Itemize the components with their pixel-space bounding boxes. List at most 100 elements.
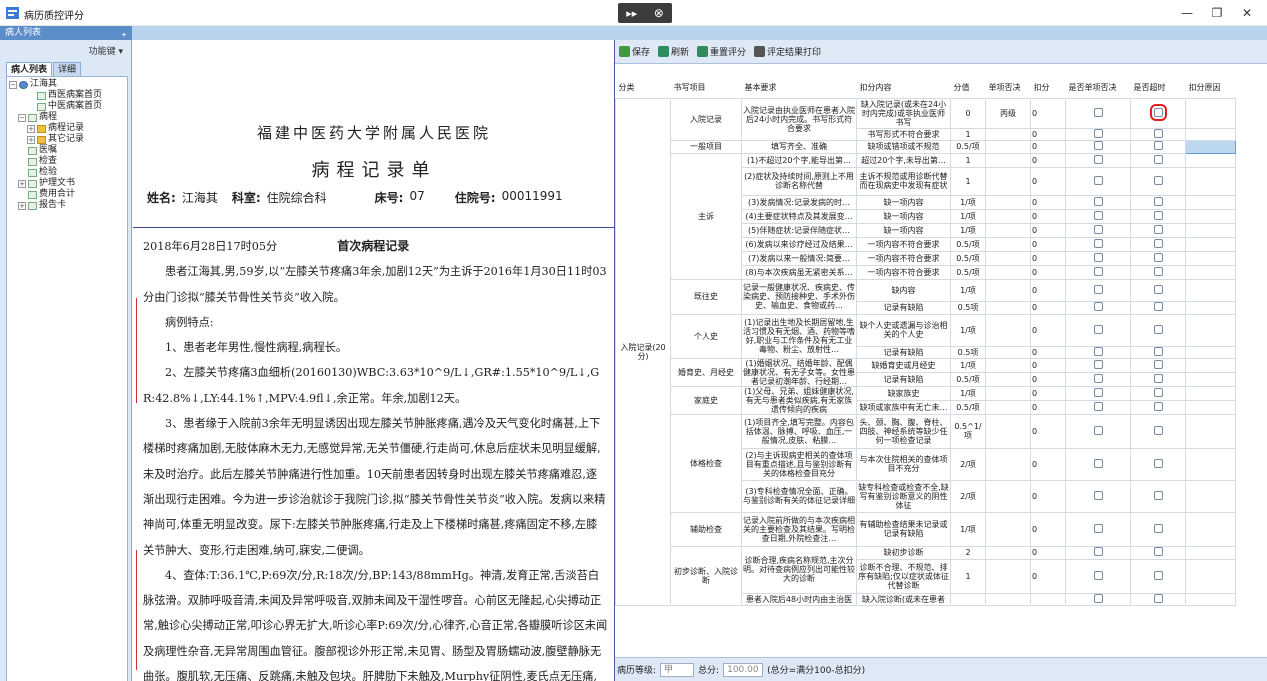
overtime-cell[interactable] xyxy=(1130,511,1186,547)
tree-node[interactable]: − 病程 xyxy=(7,112,127,123)
single-veto-checkbox[interactable] xyxy=(1093,266,1103,276)
overtime-checkbox[interactable] xyxy=(1153,347,1163,356)
single-veto-cell[interactable] xyxy=(1065,399,1131,415)
single-veto-checkbox[interactable] xyxy=(1093,570,1103,580)
overtime-cell[interactable] xyxy=(1130,313,1186,347)
overtime-checkbox[interactable] xyxy=(1153,238,1163,248)
tab-patient-list[interactable]: 病人列表 xyxy=(6,62,53,76)
single-veto-cell[interactable] xyxy=(1065,278,1131,302)
deducted-cell[interactable]: 0 xyxy=(1030,127,1066,141)
single-veto-cell[interactable] xyxy=(1065,236,1131,252)
single-veto-cell[interactable] xyxy=(1065,479,1131,513)
overtime-cell[interactable] xyxy=(1130,447,1186,481)
cursor-tool-icon[interactable]: ▸▸ xyxy=(626,7,637,20)
tree-node[interactable]: + 其它记录 xyxy=(7,134,127,145)
column-header[interactable]: 是否单项否决 xyxy=(1065,77,1131,98)
deducted-cell[interactable]: 0 xyxy=(1030,222,1066,238)
single-veto-checkbox[interactable] xyxy=(1093,458,1103,468)
single-veto-checkbox[interactable] xyxy=(1093,302,1103,311)
collapse-icon[interactable]: − xyxy=(18,113,26,122)
single-veto-cell[interactable] xyxy=(1065,127,1131,141)
overtime-checkbox[interactable] xyxy=(1153,373,1163,383)
single-veto-checkbox[interactable] xyxy=(1093,154,1103,164)
overtime-checkbox[interactable] xyxy=(1153,224,1163,234)
table-row[interactable]: 主诉 (1)不超过20个字,能导出第… 超过20个字,未导出第… 1 0 xyxy=(616,152,1236,280)
deduction-reason-cell[interactable] xyxy=(1185,194,1236,210)
overtime-cell[interactable] xyxy=(1130,558,1186,594)
deducted-cell[interactable]: 0 xyxy=(1030,250,1066,266)
deduction-reason-cell[interactable] xyxy=(1185,97,1236,129)
table-row[interactable]: 个人史 (1)记录出生地及长期居留地,生活习惯及有无烟、酒、药物等嗜好,职业与工作… xyxy=(616,313,1236,359)
function-key-dropdown[interactable]: 功能键 ▾ xyxy=(89,44,123,57)
overtime-checkbox[interactable] xyxy=(1153,324,1163,334)
single-veto-cell[interactable] xyxy=(1065,152,1131,168)
column-header[interactable]: 单项否决 xyxy=(985,77,1031,98)
single-veto-checkbox[interactable] xyxy=(1093,284,1103,294)
tree-node[interactable]: + 病程记录 xyxy=(7,123,127,134)
single-veto-checkbox[interactable] xyxy=(1093,129,1103,138)
deducted-cell[interactable]: 0 xyxy=(1030,278,1066,302)
reset-score-button[interactable]: 重置评分 xyxy=(697,45,746,58)
deducted-cell[interactable]: 0 xyxy=(1030,139,1066,154)
overtime-cell[interactable] xyxy=(1130,385,1186,401)
deducted-cell[interactable]: 0 xyxy=(1030,447,1066,481)
overtime-cell[interactable] xyxy=(1130,97,1186,129)
column-header[interactable]: 扣分内容 xyxy=(856,77,951,98)
deduction-reason-cell[interactable] xyxy=(1185,447,1236,481)
overtime-checkbox[interactable] xyxy=(1153,196,1163,206)
single-veto-cell[interactable] xyxy=(1065,345,1131,359)
overtime-checkbox[interactable] xyxy=(1149,103,1167,121)
overtime-cell[interactable] xyxy=(1130,300,1186,315)
tree-node[interactable]: + 报告卡 xyxy=(7,200,127,211)
deducted-cell[interactable]: 0 xyxy=(1030,166,1066,196)
column-header[interactable]: 分值 xyxy=(950,77,986,98)
overtime-checkbox[interactable] xyxy=(1153,266,1163,276)
single-veto-cell[interactable] xyxy=(1065,97,1131,129)
column-header[interactable]: 书写项目 xyxy=(670,77,742,98)
restore-button[interactable]: ❐ xyxy=(1205,4,1229,22)
deduction-reason-cell[interactable] xyxy=(1185,385,1236,401)
column-header[interactable]: 基本要求 xyxy=(741,77,857,98)
tree-node[interactable]: + 护理文书 xyxy=(7,178,127,189)
single-veto-cell[interactable] xyxy=(1065,558,1131,594)
minimize-button[interactable]: — xyxy=(1175,4,1199,22)
overtime-cell[interactable] xyxy=(1130,371,1186,387)
deducted-cell[interactable]: 0 xyxy=(1030,399,1066,415)
overtime-checkbox[interactable] xyxy=(1153,359,1163,369)
deducted-cell[interactable]: 0 xyxy=(1030,97,1066,129)
column-header[interactable]: 分类 xyxy=(615,77,671,98)
single-veto-cell[interactable] xyxy=(1065,592,1131,606)
expand-icon[interactable]: + xyxy=(18,179,26,188)
deduction-reason-cell[interactable] xyxy=(1185,545,1236,560)
single-veto-checkbox[interactable] xyxy=(1093,224,1103,234)
single-veto-cell[interactable] xyxy=(1065,166,1131,196)
single-veto-cell[interactable] xyxy=(1065,545,1131,560)
column-header[interactable]: 扣分 xyxy=(1030,77,1066,98)
record-body[interactable]: 2018年6月28日17时05分 首次病程记录 患者江海其,男,59岁,以“左膝… xyxy=(143,234,608,681)
deduction-reason-cell[interactable] xyxy=(1185,222,1236,238)
single-veto-cell[interactable] xyxy=(1065,413,1131,449)
deduction-reason-cell[interactable] xyxy=(1185,313,1236,347)
single-veto-cell[interactable] xyxy=(1065,447,1131,481)
single-veto-cell[interactable] xyxy=(1065,222,1131,238)
expand-icon[interactable]: + xyxy=(27,124,35,133)
single-veto-checkbox[interactable] xyxy=(1093,359,1103,369)
table-row[interactable]: 入院记录(20分) 入院记录 入院记录由执业医师在患者入院后24小时内完成。书写形式… xyxy=(615,97,1236,606)
deduction-reason-cell[interactable] xyxy=(1185,236,1236,252)
single-veto-checkbox[interactable] xyxy=(1093,238,1103,248)
single-veto-checkbox[interactable] xyxy=(1093,425,1103,435)
overtime-cell[interactable] xyxy=(1130,139,1186,154)
single-veto-cell[interactable] xyxy=(1065,208,1131,224)
table-row[interactable]: 初步诊断、入院诊断 诊断合理,疾病名称规范,主次分明。对待查病例应列出可能性较大的… xyxy=(616,545,1236,606)
single-veto-checkbox[interactable] xyxy=(1093,141,1103,150)
overtime-cell[interactable] xyxy=(1130,278,1186,302)
deducted-cell[interactable]: 0 xyxy=(1030,558,1066,594)
expand-icon[interactable]: + xyxy=(18,201,26,210)
deduction-reason-cell[interactable] xyxy=(1185,558,1236,594)
collapse-icon[interactable]: − xyxy=(9,80,17,89)
deducted-cell[interactable]: 0 xyxy=(1030,345,1066,359)
deduction-reason-cell[interactable] xyxy=(1185,166,1236,196)
deduction-reason-cell[interactable] xyxy=(1185,250,1236,266)
overtime-cell[interactable] xyxy=(1130,399,1186,415)
single-veto-cell[interactable] xyxy=(1065,357,1131,373)
